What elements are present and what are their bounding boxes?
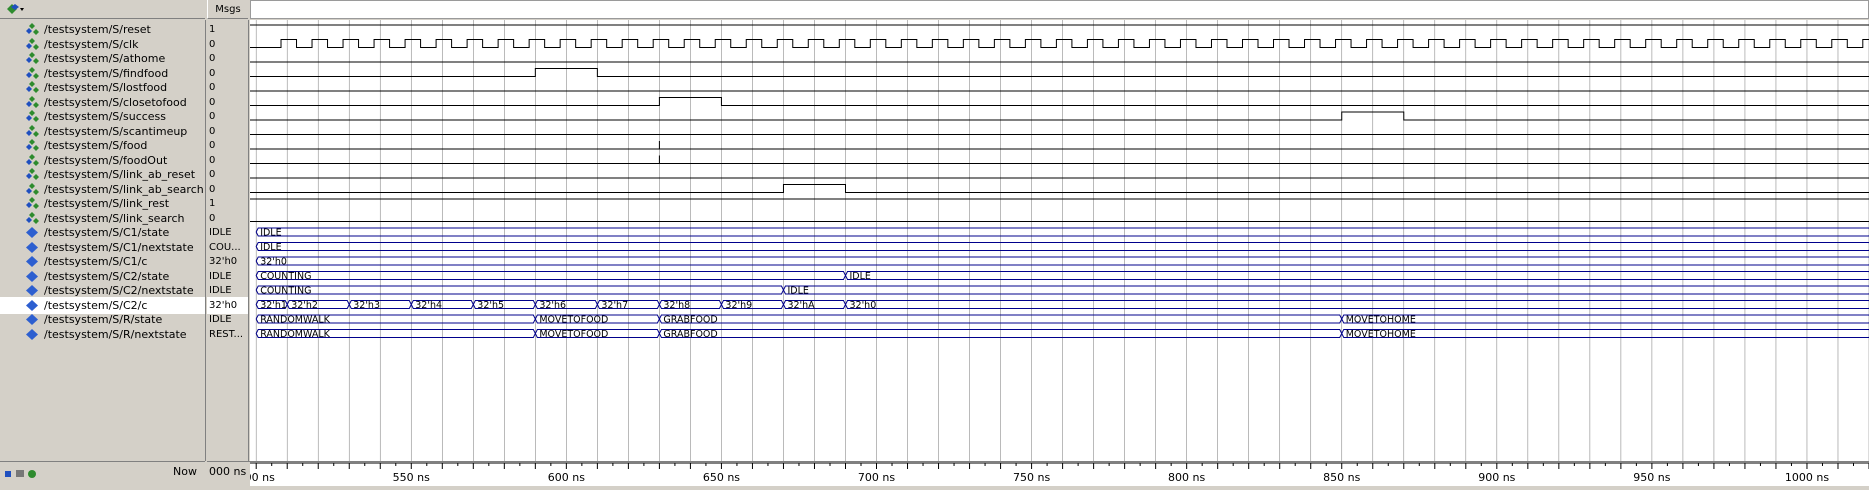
bit-wave [250, 97, 1869, 106]
bus-value-label: IDLE [787, 286, 808, 297]
now-label: Now [173, 465, 197, 478]
bus-value-label: IDLE [260, 228, 281, 239]
signal-name: /testsystem/S/R/nextstate [44, 327, 187, 341]
bus-value-label: 32'h1 [260, 300, 287, 311]
bus-value-label: 32'h5 [477, 300, 504, 311]
wave-header [250, 0, 1869, 19]
bit-signal-icon [25, 197, 39, 210]
waveform-window: Msgs /testsystem/S/reset/testsystem/S/cl… [0, 0, 1869, 486]
status-toolbar-icons[interactable] [4, 468, 38, 480]
time-scale-ruler: 500 ns 550 ns 600 ns 650 ns 700 ns 750 ns 800 … [238, 462, 1869, 484]
bus-value-label: IDLE [260, 242, 281, 253]
wave-toolbar-icon[interactable] [4, 2, 26, 16]
bit-signal-icon [25, 37, 39, 51]
bus-signal-icon [25, 313, 39, 326]
bus-value-label: 32'h7 [601, 300, 628, 311]
time-scale[interactable]: 500 ns 550 ns 600 ns 650 ns 700 ns 750 ns 800 … [238, 461, 1869, 486]
scale-tick-label: 550 ns [393, 471, 430, 484]
scale-tick-label: 950 ns [1633, 471, 1670, 484]
scale-tick-label: 500 ns [250, 471, 275, 484]
bus-value-label: COUNTING [260, 286, 311, 297]
bus-segment [255, 285, 785, 295]
msgs-header-label: Msgs [215, 4, 241, 15]
bit-signal-icon [25, 110, 39, 123]
bus-segment [782, 285, 1869, 295]
bus-signal-icon [25, 299, 39, 312]
clock-wave [250, 39, 1869, 48]
waveform-area[interactable]: IDLE IDLE 32'h0 COUNTING IDLE COUNTING IDLE 32'… [250, 20, 1869, 461]
bus-value-label: GRABFOOD [663, 315, 717, 326]
bus-value-label: 32'h0 [260, 257, 287, 268]
scale-tick-label: 750 ns [1013, 471, 1050, 484]
now-value-cell: 000 ns [207, 461, 250, 486]
scale-tick-label: 700 ns [858, 471, 895, 484]
scale-tick-label: 850 ns [1323, 471, 1360, 484]
bus-value-label: IDLE [849, 271, 870, 282]
bus-value-label: 32'h2 [291, 300, 318, 311]
bus-signal-icon [25, 226, 39, 239]
bus-value-label: 32'h0 [849, 300, 876, 311]
scale-tick-label: 650 ns [703, 471, 740, 484]
bus-value-label: 32'h4 [415, 300, 442, 311]
bus-signal-icon [25, 255, 39, 268]
bit-signal-icon [25, 182, 39, 196]
bit-signal-icon [25, 95, 39, 109]
bus-segment [1341, 314, 1869, 324]
bus-value-label: 32'h6 [539, 300, 566, 311]
bus-value-label: 32'hA [787, 300, 815, 311]
bus-value-label: 32'h9 [725, 300, 752, 311]
signal-list: /testsystem/S/reset/testsystem/S/clk/tes… [0, 20, 206, 461]
bus-value-label: MOVETOFOOD [539, 329, 608, 340]
bit-wave [250, 184, 1869, 193]
bus-segment [255, 271, 847, 280]
bit-signal-icon [25, 124, 39, 138]
bus-value-label: MOVETOFOOD [539, 315, 608, 326]
bus-value-label: GRABFOOD [663, 329, 717, 340]
bit-signal-icon [25, 211, 39, 225]
bit-wave [250, 111, 1869, 121]
signal-value: REST... [209, 328, 244, 340]
bus-value-label: MOVETOHOME [1346, 315, 1416, 326]
now-value: 000 ns [209, 465, 247, 478]
bus-value-label: 32'h3 [353, 300, 380, 311]
scale-tick-label: 900 ns [1478, 471, 1515, 484]
bus-segment [1341, 329, 1869, 338]
scale-tick-label: 800 ns [1168, 471, 1205, 484]
bus-segment [844, 300, 1869, 309]
signal-row[interactable]: /testsystem/S/R/nextstate [0, 326, 205, 343]
scale-tick-label: 600 ns [548, 471, 585, 484]
msgs-column-header: Msgs [207, 0, 248, 19]
bus-signal-icon [25, 328, 39, 341]
signal-names-header [0, 0, 205, 19]
bus-value-label: RANDOMWALK [260, 329, 330, 340]
bus-segment [844, 271, 1869, 280]
bit-signal-icon [25, 81, 39, 94]
bit-signal-icon [25, 168, 39, 181]
bus-signal-icon [25, 270, 39, 283]
bus-signal-icon [25, 284, 39, 297]
bus-value-label: COUNTING [260, 271, 311, 282]
scale-tick-label: 1000 ns [1785, 471, 1829, 484]
bus-value-label: RANDOMWALK [260, 315, 330, 326]
bus-signal-icon [25, 241, 39, 254]
waveform-canvas[interactable]: IDLE IDLE 32'h0 COUNTING IDLE COUNTING IDLE 32'… [250, 20, 1869, 461]
bus-value-label: 32'h8 [663, 300, 690, 311]
status-left: Now [0, 461, 205, 486]
bit-signal-icon [25, 139, 39, 152]
bit-signal-icon [25, 66, 39, 80]
bit-signal-icon [25, 23, 39, 36]
signal-values: 1 0 0 0 0 0 0 0 0 0 0 0 1 0 IDLE COU... 32'h0 IDLE IDLE 32'… [207, 20, 249, 461]
bus-value-label: MOVETOHOME [1346, 329, 1416, 340]
bit-signal-icon [25, 153, 39, 167]
bit-signal-icon [25, 52, 39, 65]
bit-wave [250, 68, 1869, 77]
